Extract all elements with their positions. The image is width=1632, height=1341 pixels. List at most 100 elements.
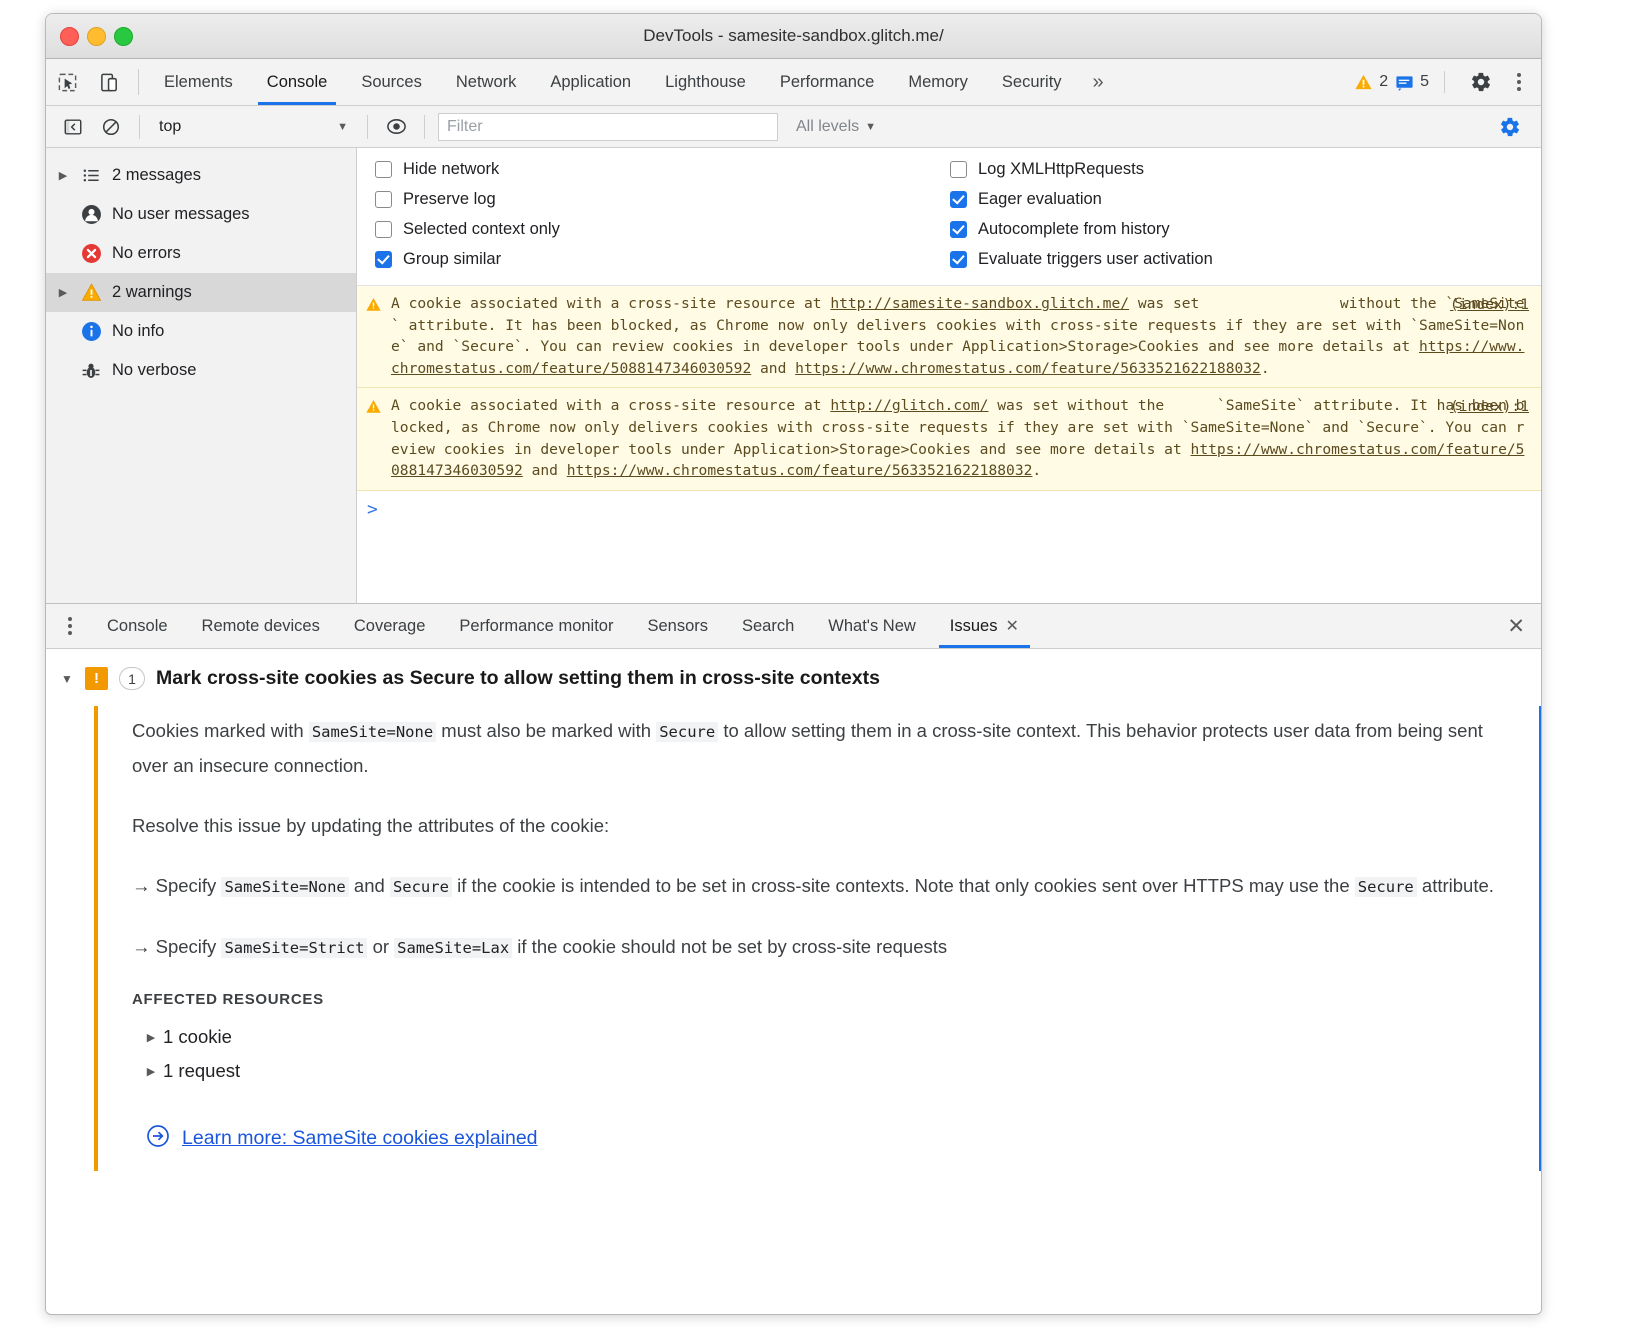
- log-xmlhttprequests-checkbox[interactable]: [950, 161, 967, 178]
- tab-lighthouse[interactable]: Lighthouse: [648, 59, 763, 105]
- affected-resource-cookie[interactable]: ▶ 1 cookie: [132, 1020, 1523, 1054]
- tab-application[interactable]: Application: [533, 59, 648, 105]
- close-drawer-button[interactable]: ✕: [1491, 604, 1541, 648]
- sidebar-item-verbose[interactable]: ▶ No verbose: [46, 351, 356, 390]
- drawer-tab-performance-monitor[interactable]: Performance monitor: [442, 604, 630, 648]
- group-similar-checkbox[interactable]: [375, 251, 392, 268]
- list-icon: [79, 166, 103, 185]
- issue-header[interactable]: ▼ ! 1 Mark cross-site cookies as Secure …: [46, 649, 1541, 706]
- message-link[interactable]: http://glitch.com/: [830, 397, 988, 414]
- console-settings-area: [1493, 113, 1531, 141]
- tab-security[interactable]: Security: [985, 59, 1079, 105]
- execution-context-selector[interactable]: top ▼: [151, 113, 356, 141]
- filter-input[interactable]: Filter: [438, 113, 778, 141]
- chevron-right-icon[interactable]: ▶: [56, 286, 70, 299]
- log-level-value: All levels: [796, 118, 859, 136]
- sidebar-item-info[interactable]: ▶ No info: [46, 312, 356, 351]
- sidebar-item-messages[interactable]: ▶ 2 messages: [46, 156, 356, 195]
- drawer-tab-whats-new[interactable]: What's New: [811, 604, 933, 648]
- tab-memory[interactable]: Memory: [891, 59, 985, 105]
- warning-counter[interactable]: 2: [1354, 73, 1388, 92]
- log-level-selector[interactable]: All levels ▼: [796, 118, 876, 136]
- close-icon[interactable]: ✕: [1005, 616, 1018, 636]
- sidebar-item-warnings[interactable]: ▶ 2 warnings: [46, 273, 356, 312]
- issue-counter[interactable]: 5: [1395, 73, 1429, 92]
- setting-preserve-log[interactable]: Preserve log: [375, 190, 942, 209]
- devtools-tabs: Elements Console Sources Network Applica…: [147, 59, 1118, 105]
- tab-label: Console: [267, 73, 328, 92]
- live-expression-icon[interactable]: [379, 113, 413, 141]
- console-message-warning-2[interactable]: A cookie associated with a cross-site re…: [357, 388, 1541, 490]
- kebab-menu-icon[interactable]: [1509, 73, 1529, 91]
- zoom-window-button[interactable]: [114, 27, 133, 46]
- setting-label: Hide network: [403, 160, 499, 179]
- setting-eager-evaluation[interactable]: Eager evaluation: [950, 190, 1213, 209]
- more-tabs-button[interactable]: »: [1079, 59, 1118, 105]
- title-bar: DevTools - samesite-sandbox.glitch.me/: [46, 14, 1541, 59]
- evaluate-triggers-user-activation-checkbox[interactable]: [950, 251, 967, 268]
- devtools-window: DevTools - samesite-sandbox.glitch.me/ E…: [45, 13, 1542, 1315]
- tab-elements[interactable]: Elements: [147, 59, 250, 105]
- arrow-right-icon: →: [132, 936, 151, 957]
- tab-performance[interactable]: Performance: [763, 59, 891, 105]
- setting-autocomplete-from-history[interactable]: Autocomplete from history: [950, 220, 1213, 239]
- user-icon: [79, 204, 103, 225]
- tab-sources[interactable]: Sources: [344, 59, 439, 105]
- error-icon: [79, 243, 103, 264]
- console-settings-pane: Hide network Preserve log Selected conte…: [357, 148, 1541, 286]
- source-link[interactable]: (index):1: [1450, 398, 1529, 415]
- sidebar-toggle-icon[interactable]: [56, 113, 90, 141]
- close-window-button[interactable]: [60, 27, 79, 46]
- inspect-element-icon[interactable]: [46, 59, 88, 105]
- hide-network-checkbox[interactable]: [375, 161, 392, 178]
- console-settings-gear-icon[interactable]: [1493, 113, 1527, 141]
- console-sidebar: ▶ 2 messages ▶ No user messages ▶ No err…: [46, 148, 357, 603]
- drawer-tab-sensors[interactable]: Sensors: [630, 604, 725, 648]
- setting-group-similar[interactable]: Group similar: [375, 250, 942, 269]
- issue-body: Cookies marked with SameSite=None must a…: [94, 706, 1523, 1171]
- drawer-tab-console[interactable]: Console: [90, 604, 185, 648]
- device-toolbar-icon[interactable]: [88, 59, 130, 105]
- tab-network[interactable]: Network: [439, 59, 534, 105]
- message-link[interactable]: https://www.chromestatus.com/feature/563…: [795, 360, 1261, 377]
- chevron-right-icon[interactable]: ▶: [146, 1031, 156, 1044]
- tab-label: Memory: [908, 73, 968, 92]
- sidebar-item-user-messages[interactable]: ▶ No user messages: [46, 195, 356, 234]
- filter-placeholder: Filter: [447, 118, 483, 136]
- chevron-right-icon[interactable]: ▶: [146, 1065, 156, 1078]
- gear-icon[interactable]: [1460, 71, 1502, 93]
- eager-evaluation-checkbox[interactable]: [950, 191, 967, 208]
- kebab-menu-icon[interactable]: [60, 617, 80, 635]
- setting-selected-context-only[interactable]: Selected context only: [375, 220, 942, 239]
- setting-label: Group similar: [403, 250, 501, 269]
- drawer-tab-remote-devices[interactable]: Remote devices: [185, 604, 337, 648]
- drawer-tab-issues[interactable]: Issues ✕: [933, 604, 1036, 648]
- console-message-warning-1[interactable]: A cookie associated with a cross-site re…: [357, 286, 1541, 388]
- sidebar-item-errors[interactable]: ▶ No errors: [46, 234, 356, 273]
- affected-resource-request[interactable]: ▶ 1 request: [132, 1054, 1523, 1088]
- toolbar-divider: [138, 69, 139, 95]
- source-link[interactable]: (index):1: [1450, 296, 1529, 313]
- message-link[interactable]: https://www.chromestatus.com/feature/563…: [567, 462, 1033, 479]
- autocomplete-from-history-checkbox[interactable]: [950, 221, 967, 238]
- message-link[interactable]: http://samesite-sandbox.glitch.me/: [830, 295, 1129, 312]
- learn-more-link[interactable]: Learn more: SameSite cookies explained: [132, 1124, 1523, 1153]
- drawer-tab-search[interactable]: Search: [725, 604, 811, 648]
- warning-icon: [365, 395, 383, 481]
- tab-console[interactable]: Console: [250, 59, 345, 105]
- setting-evaluate-triggers-user-activation[interactable]: Evaluate triggers user activation: [950, 250, 1213, 269]
- issue-message-icon: [1395, 73, 1414, 92]
- console-prompt[interactable]: >: [357, 491, 1541, 528]
- chevron-down-icon[interactable]: ▼: [60, 672, 74, 686]
- minimize-window-button[interactable]: [87, 27, 106, 46]
- tab-label: Performance: [780, 73, 874, 92]
- warning-icon: [365, 293, 383, 379]
- learn-more-text: Learn more: SameSite cookies explained: [182, 1127, 538, 1150]
- drawer-tab-coverage[interactable]: Coverage: [337, 604, 443, 648]
- preserve-log-checkbox[interactable]: [375, 191, 392, 208]
- setting-log-xmlhttprequests[interactable]: Log XMLHttpRequests: [950, 160, 1213, 179]
- clear-console-icon[interactable]: [94, 113, 128, 141]
- selected-context-only-checkbox[interactable]: [375, 221, 392, 238]
- setting-hide-network[interactable]: Hide network: [375, 160, 942, 179]
- chevron-right-icon[interactable]: ▶: [56, 169, 70, 182]
